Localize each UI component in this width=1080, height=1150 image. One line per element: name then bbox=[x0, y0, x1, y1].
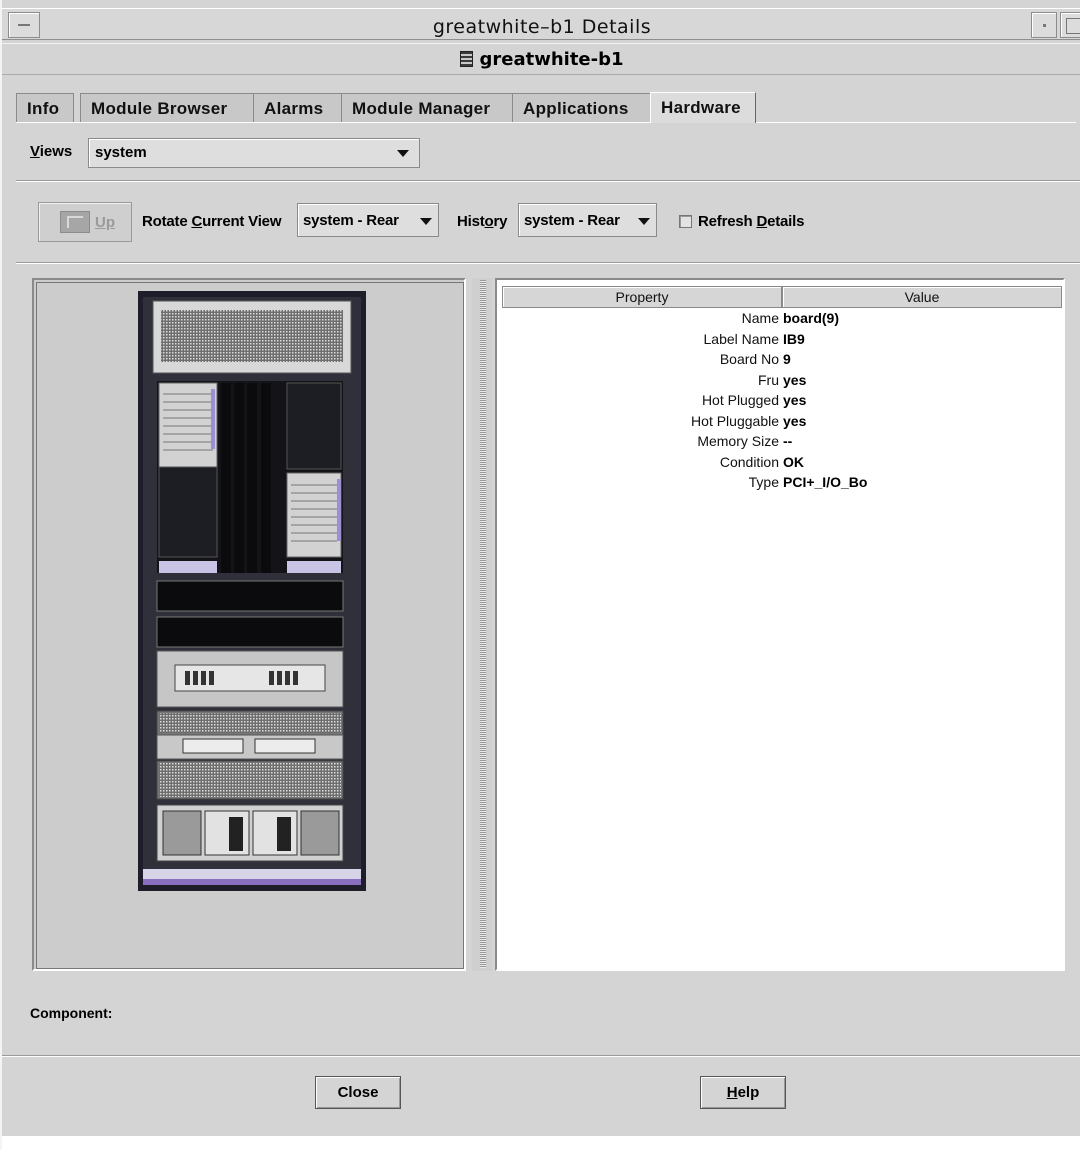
table-row[interactable]: Memory Size -- bbox=[502, 432, 1062, 453]
host-name: greatwhite-b1 bbox=[479, 49, 624, 70]
hardware-image-panel bbox=[32, 278, 466, 971]
views-selected-value: system bbox=[95, 144, 147, 161]
io-board[interactable] bbox=[158, 382, 218, 468]
close-button[interactable]: Close bbox=[315, 1076, 401, 1109]
io-board[interactable] bbox=[286, 472, 342, 558]
chevron-down-icon bbox=[420, 218, 432, 225]
table-row[interactable]: Label Name IB9 bbox=[502, 330, 1062, 351]
title-bar[interactable]: greatwhite–b1 Details bbox=[2, 8, 1080, 40]
minimize-button[interactable] bbox=[1031, 12, 1057, 38]
table-header: Property Value bbox=[502, 286, 1062, 308]
tab-alarms[interactable]: Alarms bbox=[253, 93, 349, 122]
table-row[interactable]: Fru yes bbox=[502, 371, 1062, 392]
host-icon bbox=[460, 51, 474, 67]
column-header-property[interactable]: Property bbox=[502, 286, 782, 308]
up-folder-icon bbox=[60, 211, 90, 233]
component-label: Component: bbox=[30, 1005, 113, 1021]
rotate-view-value: system - Rear bbox=[303, 212, 399, 229]
divider bbox=[16, 180, 1080, 182]
history-dropdown[interactable]: system - Rear bbox=[518, 203, 657, 237]
details-window: greatwhite–b1 Details greatwhite-b1 Info… bbox=[0, 0, 1080, 1150]
refresh-details-label[interactable]: Refresh Details bbox=[698, 213, 804, 230]
tab-applications[interactable]: Applications bbox=[512, 93, 668, 122]
table-row[interactable]: Type PCI+_I/O_Bo bbox=[502, 473, 1062, 494]
history-label: History bbox=[457, 213, 508, 230]
maximize-button[interactable] bbox=[1060, 12, 1080, 38]
tab-bar: Info Module Browser Alarms Module Manage… bbox=[16, 92, 1076, 123]
rack-image[interactable] bbox=[37, 283, 467, 973]
chevron-down-icon bbox=[397, 150, 409, 157]
tab-module-manager[interactable]: Module Manager bbox=[341, 93, 528, 122]
refresh-details-checkbox[interactable] bbox=[679, 215, 692, 228]
window-title: greatwhite–b1 Details bbox=[432, 16, 652, 38]
rotate-view-label: Rotate Current View bbox=[142, 213, 282, 230]
property-table: Property Value Name board(9) Label Name IB… bbox=[495, 278, 1065, 971]
history-value: system - Rear bbox=[524, 212, 620, 229]
rotate-view-dropdown[interactable]: system - Rear bbox=[297, 203, 439, 237]
panel-splitter[interactable] bbox=[472, 278, 492, 971]
divider bbox=[2, 1055, 1080, 1057]
table-row[interactable]: Board No 9 bbox=[502, 350, 1062, 371]
table-row[interactable]: Hot Plugged yes bbox=[502, 391, 1062, 412]
host-header: greatwhite-b1 bbox=[2, 43, 1080, 75]
up-button[interactable]: Up bbox=[38, 202, 132, 242]
table-body: Name board(9) Label Name IB9 Board No 9 Fru… bbox=[502, 309, 1062, 494]
help-button[interactable]: Help bbox=[700, 1076, 786, 1109]
window-bottom-edge bbox=[2, 1136, 1080, 1150]
table-row[interactable]: Name board(9) bbox=[502, 309, 1062, 330]
views-dropdown[interactable]: system bbox=[88, 138, 420, 168]
views-label: Views bbox=[30, 143, 73, 160]
up-button-label: Up bbox=[95, 214, 115, 231]
tab-info[interactable]: Info bbox=[16, 93, 74, 122]
table-row[interactable]: Hot Pluggable yes bbox=[502, 412, 1062, 433]
tab-hardware[interactable]: Hardware bbox=[650, 92, 756, 123]
divider bbox=[16, 262, 1080, 264]
chevron-down-icon bbox=[638, 218, 650, 225]
tab-module-browser[interactable]: Module Browser bbox=[80, 93, 260, 122]
table-row[interactable]: Condition OK bbox=[502, 453, 1062, 474]
column-header-value[interactable]: Value bbox=[782, 286, 1062, 308]
